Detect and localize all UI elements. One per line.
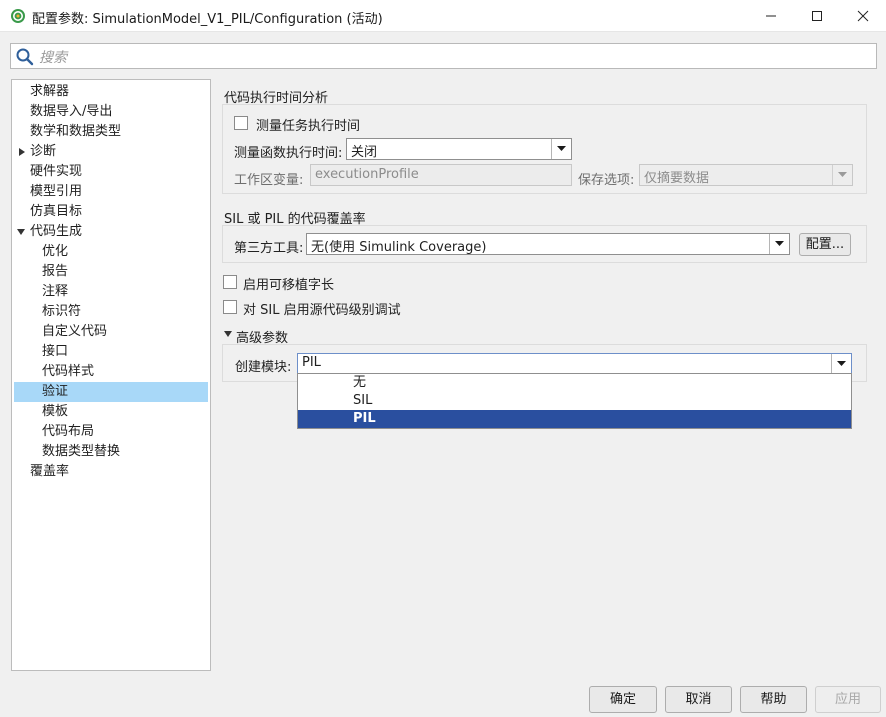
tree-item-solver[interactable]: 求解器	[30, 82, 208, 102]
chevron-down-icon	[838, 172, 847, 177]
measure-func-value: 关闭	[351, 145, 378, 160]
title-bar: 配置参数: SimulationModel_V1_PIL/Configurati…	[0, 0, 886, 32]
ok-button[interactable]: 确定	[589, 686, 657, 713]
source-level-debug-checkbox[interactable]	[223, 300, 237, 314]
help-button[interactable]: 帮助	[740, 686, 807, 713]
search-input[interactable]: 搜索	[10, 43, 877, 69]
measure-task-checkbox[interactable]	[234, 116, 248, 130]
tree-item-custom-code[interactable]: 自定义代码	[42, 322, 208, 342]
dropdown-arrow-button[interactable]	[769, 234, 789, 254]
tree-item-verification[interactable]: 验证	[14, 382, 208, 402]
tree-item-label: 自定义代码	[42, 324, 108, 339]
dropdown-arrow-button	[832, 165, 852, 185]
tree-item-label: 报告	[42, 264, 69, 279]
create-block-select[interactable]: PIL	[297, 353, 852, 374]
minimize-button[interactable]	[748, 0, 794, 32]
minimize-icon	[766, 15, 776, 17]
measure-func-select[interactable]: 关闭	[346, 138, 572, 160]
tree-item-data-import-export[interactable]: 数据导入/导出	[30, 102, 208, 122]
tree-item-label: 注释	[42, 284, 69, 299]
chevron-down-icon	[557, 146, 566, 151]
third-party-select[interactable]: 无(使用 Simulink Coverage)	[306, 233, 790, 255]
workspace-var-field: executionProfile	[310, 164, 572, 186]
apply-button[interactable]: 应用	[815, 686, 881, 713]
tree-item-label: 覆盖率	[30, 464, 70, 479]
tree-item-code-style[interactable]: 代码样式	[42, 362, 208, 382]
tree-item-label: 求解器	[30, 84, 70, 99]
close-icon	[857, 10, 869, 22]
tree-item-label: 代码布局	[42, 424, 95, 439]
maximize-button[interactable]	[794, 0, 840, 32]
dropdown-arrow-button[interactable]	[831, 354, 851, 373]
tree-item-label: 模型引用	[30, 184, 83, 199]
tree-item-label: 模板	[42, 404, 69, 419]
tree-item-comments[interactable]: 注释	[42, 282, 208, 302]
configure-button[interactable]: 配置...	[799, 233, 851, 256]
dropdown-arrow-button[interactable]	[551, 139, 571, 159]
tree-item-identifiers[interactable]: 标识符	[42, 302, 208, 322]
measure-func-label: 测量函数执行时间:	[234, 146, 343, 161]
tree-item-label: 代码生成	[30, 224, 83, 239]
dropdown-option-label: 无	[353, 375, 367, 390]
dropdown-option-label: PIL	[353, 411, 376, 426]
tree-item-label: 代码样式	[42, 364, 95, 379]
tree-item-label: 诊断	[30, 144, 57, 159]
tree-item-hardware[interactable]: 硬件实现	[30, 162, 208, 182]
tree-item-code-placement[interactable]: 代码布局	[42, 422, 208, 442]
create-block-value: PIL	[302, 355, 321, 370]
tree-item-diagnostics[interactable]: 诊断	[30, 142, 208, 162]
save-option-select: 仅摘要数据	[639, 164, 853, 186]
tree-item-label: 数据导入/导出	[30, 104, 113, 119]
measure-task-label: 测量任务执行时间	[256, 119, 361, 134]
tree-item-label: 数学和数据类型	[30, 124, 122, 139]
collapse-arrow-icon[interactable]	[223, 330, 233, 338]
tree-item-data-type-replacement[interactable]: 数据类型替换	[42, 442, 208, 462]
workspace-var-label: 工作区变量:	[234, 173, 304, 188]
portable-word-sizes-label: 启用可移植字长	[243, 278, 335, 293]
maximize-icon	[812, 11, 822, 21]
tree-item-optimization[interactable]: 优化	[42, 242, 208, 262]
tree-item-interface[interactable]: 接口	[42, 342, 208, 362]
tree-item-report[interactable]: 报告	[42, 262, 208, 282]
dropdown-option-none[interactable]: 无	[298, 374, 851, 392]
save-option-value: 仅摘要数据	[644, 171, 710, 186]
search-placeholder: 搜索	[39, 50, 67, 66]
save-option-label: 保存选项:	[578, 173, 635, 188]
tree-item-label: 验证	[42, 384, 69, 399]
workspace-var-value: executionProfile	[315, 167, 419, 182]
tree-item-label: 仿真目标	[30, 204, 83, 219]
third-party-label: 第三方工具:	[234, 241, 304, 256]
tree-item-label: 标识符	[42, 304, 82, 319]
close-button[interactable]	[840, 0, 886, 32]
tree-item-model-referencing[interactable]: 模型引用	[30, 182, 208, 202]
tree-item-label: 数据类型替换	[42, 444, 121, 459]
simulink-app-icon	[11, 9, 25, 23]
cancel-button[interactable]: 取消	[665, 686, 732, 713]
window-title: 配置参数: SimulationModel_V1_PIL/Configurati…	[32, 12, 383, 27]
search-icon	[16, 48, 34, 66]
portable-word-sizes-checkbox[interactable]	[223, 275, 237, 289]
chevron-down-icon	[775, 241, 784, 246]
category-tree: 求解器 数据导入/导出 数学和数据类型 诊断 硬件实现 模型引用 仿真目标 代码…	[11, 79, 211, 671]
tree-item-label: 接口	[42, 344, 69, 359]
dropdown-option-pil[interactable]: PIL	[298, 410, 851, 428]
tree-item-templates[interactable]: 模板	[42, 402, 208, 422]
third-party-value: 无(使用 Simulink Coverage)	[311, 240, 487, 255]
create-block-label: 创建模块:	[235, 360, 292, 375]
source-level-debug-label: 对 SIL 启用源代码级别调试	[243, 303, 401, 318]
chevron-down-icon	[837, 360, 846, 366]
create-block-dropdown-list: 无 SIL PIL	[297, 373, 852, 429]
tree-item-code-generation[interactable]: 代码生成	[30, 222, 208, 242]
tree-item-label: 优化	[42, 244, 69, 259]
tree-item-label: 硬件实现	[30, 164, 83, 179]
tree-item-math-data-types[interactable]: 数学和数据类型	[30, 122, 208, 142]
expand-arrow-icon[interactable]	[17, 142, 27, 162]
dropdown-option-label: SIL	[353, 393, 373, 408]
tree-item-simulation-target[interactable]: 仿真目标	[30, 202, 208, 222]
dropdown-option-sil[interactable]: SIL	[298, 392, 851, 410]
tree-item-coverage[interactable]: 覆盖率	[30, 462, 208, 482]
collapse-arrow-icon[interactable]	[16, 222, 26, 242]
